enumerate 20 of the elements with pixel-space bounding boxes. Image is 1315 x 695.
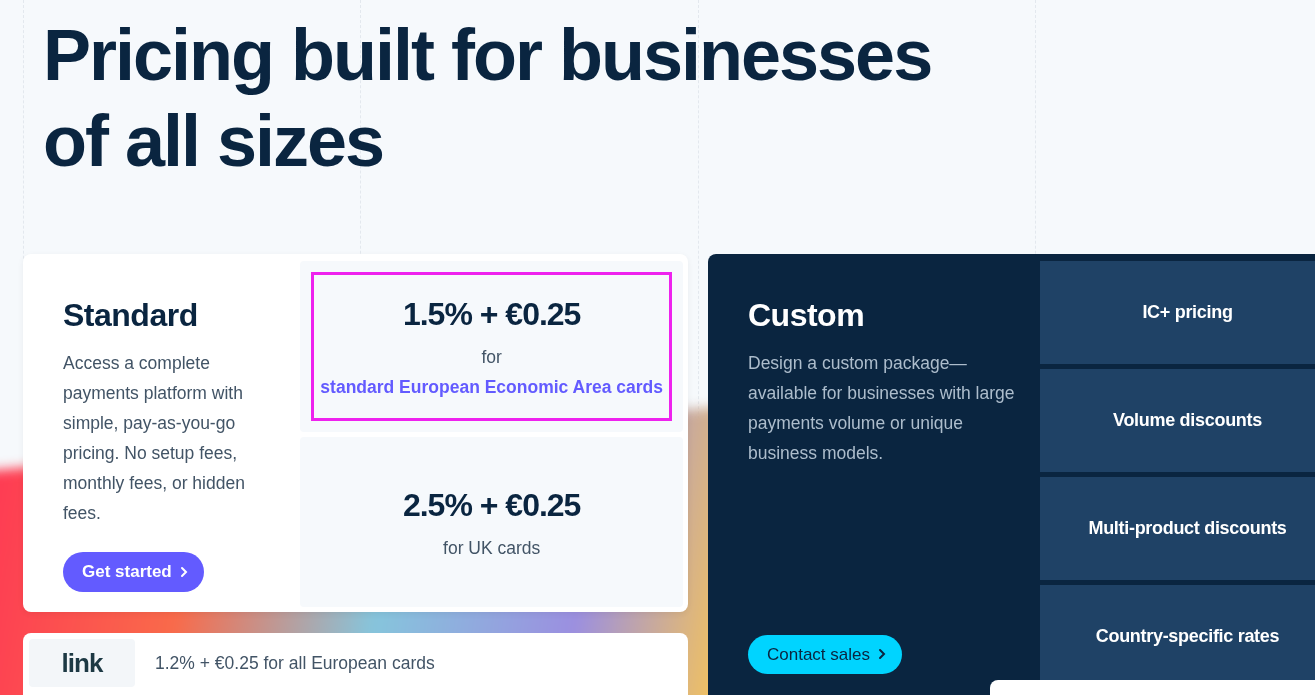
plan-title: Custom	[748, 296, 866, 335]
link-logo: link	[29, 639, 135, 687]
rate-price: 2.5% + €0.25	[402, 485, 581, 525]
plan-description: Access a complete payments platform with simple, pay-as-you-go pricing. No setup fees, monthly fees, or hidden fees.	[63, 352, 246, 526]
offer-text: 1.2% + €0.25 for all European cards	[155, 652, 435, 675]
feature-tile: IC+ pricing	[1040, 261, 1315, 364]
contact-sales-button[interactable]: Contact sales	[748, 634, 902, 674]
feature-tile: Volume discounts	[1040, 369, 1315, 472]
plan-description: Design a custom package—available for businesses with large payments volume or unique business models.	[748, 352, 1016, 466]
page-heading: of all sizes	[43, 100, 385, 183]
rate-caption: for standard European Economic Area cards	[320, 346, 663, 400]
plan-title: Standard	[63, 296, 199, 335]
rate-price: 1.5% + €0.25	[402, 295, 581, 335]
rate-caption: for UK cards	[443, 536, 541, 560]
chevron-icon	[179, 566, 188, 579]
get-started-button[interactable]: Get started	[63, 552, 204, 592]
card-type-link[interactable]: standard European Economic Area cards	[320, 377, 663, 398]
feature-tile: Multi-product discounts	[1040, 477, 1315, 580]
chevron-icon	[878, 648, 886, 661]
page-heading: Pricing built for businesses	[43, 14, 933, 97]
